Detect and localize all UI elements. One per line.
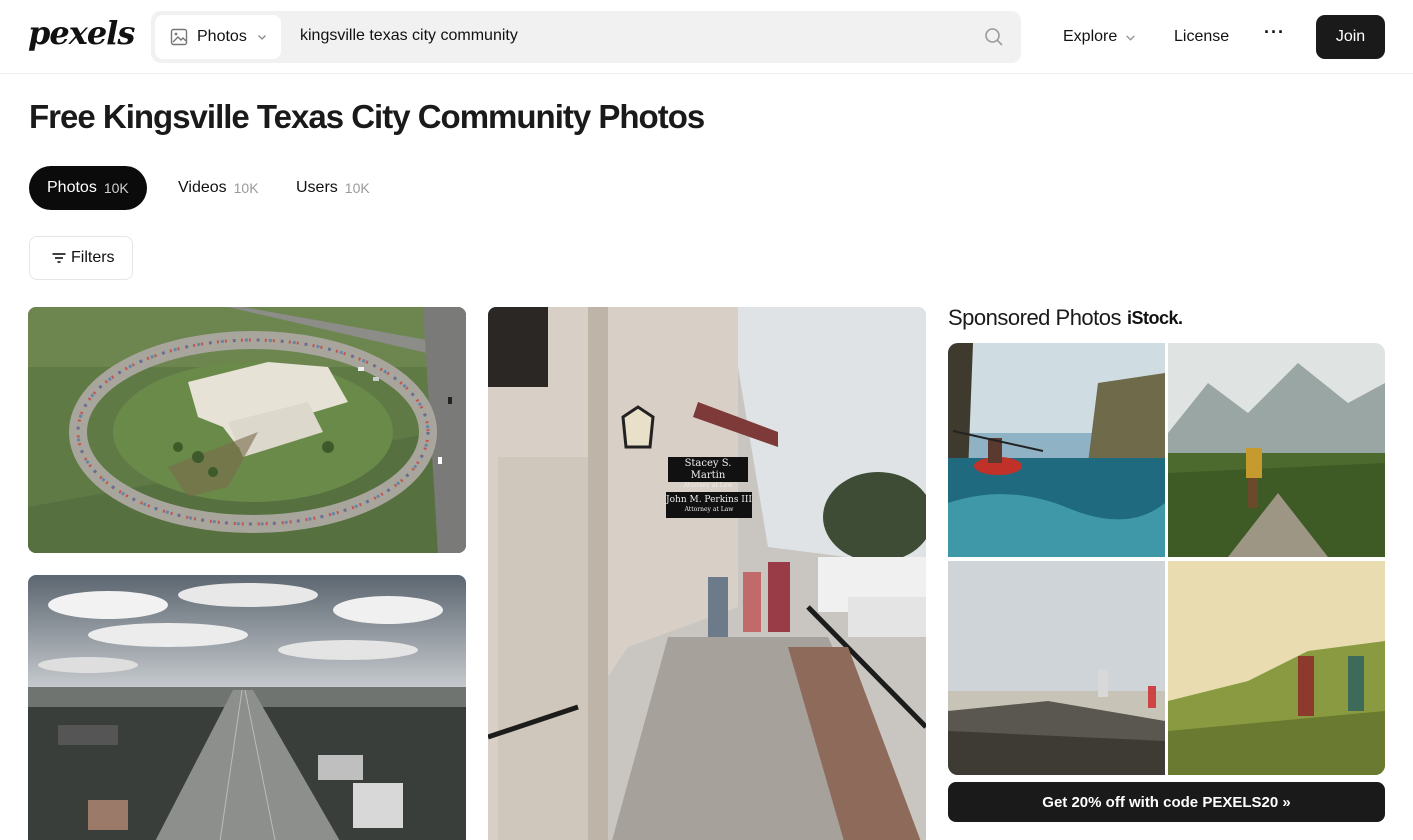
nav-explore-label: Explore [1063, 28, 1118, 45]
tab-count: 10K [344, 180, 370, 196]
photo-card[interactable]: Stacey S. Martin Attorney at Law John M.… [488, 307, 926, 840]
tab-videos[interactable]: Videos 10K [178, 166, 259, 210]
photo-card[interactable] [28, 307, 466, 553]
more-options-icon[interactable]: ··· [1264, 22, 1285, 43]
search-type-dropdown[interactable]: Photos [155, 15, 281, 59]
nav-license[interactable]: License [1174, 28, 1229, 46]
photo-climbers-coast [948, 561, 1165, 775]
filters-label: Filters [71, 249, 115, 266]
search-icon[interactable] [984, 27, 1004, 47]
tab-label: Photos [47, 179, 97, 196]
sponsored-photo[interactable] [1168, 343, 1385, 557]
pexels-logo[interactable]: pexels [28, 14, 135, 52]
photo-downtown-storefront [488, 307, 926, 840]
search-type-label: Photos [197, 28, 247, 45]
sign-stacey-martin: Stacey S. Martin Attorney at Law [668, 458, 748, 490]
promo-code-button[interactable]: Get 20% off with code PEXELS20 » [948, 782, 1385, 822]
sponsored-photos-grid [948, 343, 1385, 775]
sign-line: John M. Perkins III [666, 495, 752, 505]
photo-hikers-cliff [1168, 561, 1385, 775]
photo-kayaker [948, 343, 1165, 557]
page-title: Free Kingsville Texas City Community Pho… [29, 98, 705, 135]
chevron-down-icon [1126, 34, 1136, 41]
sign-line: Attorney at Law [683, 482, 733, 489]
sponsored-title: Sponsored Photos [948, 305, 1122, 330]
sponsored-photo[interactable] [948, 561, 1165, 775]
photo-highway-city [28, 575, 466, 840]
sponsored-photo[interactable] [948, 343, 1165, 557]
sign-line: Stacey S. Martin [684, 458, 732, 481]
tab-count: 10K [233, 180, 259, 196]
search-bar[interactable]: Photos kingsville texas city community [151, 11, 1021, 63]
tab-count: 10K [103, 180, 129, 196]
join-button[interactable]: Join [1316, 15, 1385, 59]
sign-line: Attorney at Law [684, 506, 734, 513]
filter-icon [52, 253, 66, 263]
istock-logo[interactable]: iStock. [1127, 308, 1183, 329]
chevron-down-icon [257, 35, 266, 40]
tab-label: Users [296, 179, 338, 196]
nav-explore[interactable]: Explore [1063, 28, 1136, 46]
photo-hiker-mountains [1168, 343, 1385, 557]
search-input[interactable]: kingsville texas city community [300, 27, 518, 45]
top-navigation-bar: pexels Photos kingsville texas city comm… [0, 0, 1413, 74]
photo-aerial-community-center [28, 307, 466, 553]
sign-john-perkins: John M. Perkins III Attorney at Law [666, 494, 752, 514]
filters-button[interactable]: Filters [29, 236, 133, 280]
image-icon [170, 28, 188, 46]
photo-card[interactable] [28, 575, 466, 840]
tab-users[interactable]: Users 10K [296, 166, 370, 210]
tab-label: Videos [178, 179, 227, 196]
tab-photos[interactable]: Photos 10K [29, 166, 147, 210]
sponsored-photo[interactable] [1168, 561, 1385, 775]
